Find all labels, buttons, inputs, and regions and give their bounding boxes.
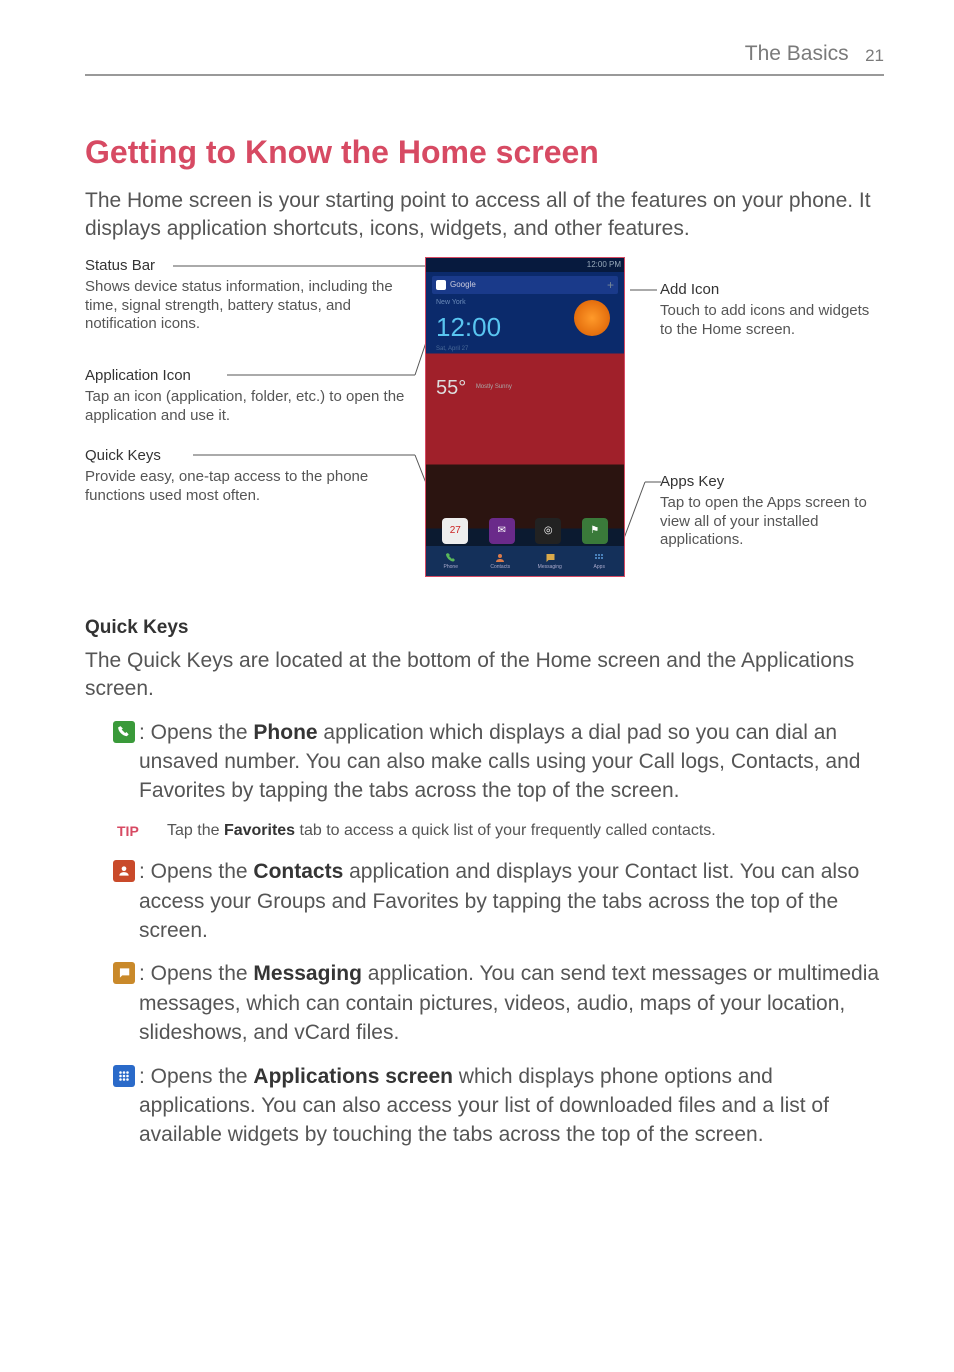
quick-keys-heading: Quick Keys xyxy=(85,615,884,641)
dock-label: Phone xyxy=(444,564,458,571)
label-desc: Provide easy, one-tap access to the phon… xyxy=(85,468,368,504)
label-application-icon: Application Icon Tap an icon (applicatio… xyxy=(85,367,425,425)
mock-dock: Phone Contacts Messaging Apps xyxy=(426,546,624,576)
phone-mockup: 12:00 PM Google + New York 12:00 Sat, Ap… xyxy=(425,257,625,577)
label-status-bar: Status Bar Shows device status informati… xyxy=(85,257,425,334)
label-apps-key: Apps Key Tap to open the Apps screen to … xyxy=(660,473,880,550)
label-title: Quick Keys xyxy=(85,447,425,466)
mock-status-bar: 12:00 PM xyxy=(426,258,624,272)
dock-phone: Phone xyxy=(426,546,476,576)
home-screen-diagram: Status Bar Shows device status informati… xyxy=(85,257,884,587)
temp-value: 55° xyxy=(436,377,466,399)
page-title: Getting to Know the Home screen xyxy=(85,131,884,174)
quick-key-text: : Opens the Messaging application. You c… xyxy=(139,959,884,1047)
phone-icon xyxy=(113,721,135,743)
sun-icon xyxy=(574,300,610,336)
contacts-icon xyxy=(113,860,135,882)
apps-icon xyxy=(113,1065,135,1087)
quick-key-apps: : Opens the Applications screen which di… xyxy=(85,1062,884,1150)
dock-contacts: Contacts xyxy=(476,546,526,576)
label-quick-keys: Quick Keys Provide easy, one-tap access … xyxy=(85,447,425,505)
quick-key-messaging: : Opens the Messaging application. You c… xyxy=(85,959,884,1047)
page-header: The Basics 21 xyxy=(85,40,884,76)
search-text: Google xyxy=(450,280,607,291)
mock-search-bar: Google + xyxy=(432,276,618,294)
label-title: Add Icon xyxy=(660,281,880,300)
label-title: Application Icon xyxy=(85,367,425,386)
label-title: Status Bar xyxy=(85,257,425,276)
intro-paragraph: The Home screen is your starting point t… xyxy=(85,187,884,244)
quick-key-contacts: : Opens the Contacts application and dis… xyxy=(85,857,884,945)
label-title: Apps Key xyxy=(660,473,880,492)
email-icon: ✉ xyxy=(489,518,515,544)
label-add-icon: Add Icon Touch to add icons and widgets … xyxy=(660,281,880,339)
calendar-icon: 27 xyxy=(442,518,468,544)
quick-keys-list: : Opens the Phone application which disp… xyxy=(85,718,884,1150)
dock-messaging: Messaging xyxy=(525,546,575,576)
mock-date: Sat, April 27 xyxy=(436,345,624,353)
label-desc: Tap an icon (application, folder, etc.) … xyxy=(85,388,404,424)
label-desc: Tap to open the Apps screen to view all … xyxy=(660,494,867,549)
messaging-icon xyxy=(113,962,135,984)
label-desc: Touch to add icons and widgets to the Ho… xyxy=(660,302,869,338)
page-number: 21 xyxy=(865,45,884,68)
dock-apps: Apps xyxy=(575,546,625,576)
maps-icon: ⚑ xyxy=(582,518,608,544)
plus-icon: + xyxy=(607,277,614,293)
mock-icon-row: 27 ✉ ◎ ⚑ xyxy=(426,518,624,544)
mock-temp: 55° Mostly Sunny xyxy=(436,375,624,402)
quick-key-text: : Opens the Phone application which disp… xyxy=(139,718,884,806)
tip-label: TIP xyxy=(117,822,167,841)
quick-keys-intro: The Quick Keys are located at the bottom… xyxy=(85,647,884,704)
camera-icon: ◎ xyxy=(535,518,561,544)
weather-text: Mostly Sunny xyxy=(476,383,512,391)
tip-row: TIP Tap the Favorites tab to access a qu… xyxy=(117,820,884,842)
dock-label: Apps xyxy=(594,564,605,571)
mock-status-time: 12:00 PM xyxy=(587,260,621,269)
tip-text: Tap the Favorites tab to access a quick … xyxy=(167,820,716,842)
quick-key-text: : Opens the Contacts application and dis… xyxy=(139,857,884,945)
section-title: The Basics xyxy=(745,42,849,65)
mic-icon xyxy=(436,280,446,290)
quick-key-text: : Opens the Applications screen which di… xyxy=(139,1062,884,1150)
dock-label: Messaging xyxy=(538,564,562,571)
label-desc: Shows device status information, includi… xyxy=(85,278,393,333)
dock-label: Contacts xyxy=(490,564,510,571)
quick-key-phone: : Opens the Phone application which disp… xyxy=(85,718,884,806)
